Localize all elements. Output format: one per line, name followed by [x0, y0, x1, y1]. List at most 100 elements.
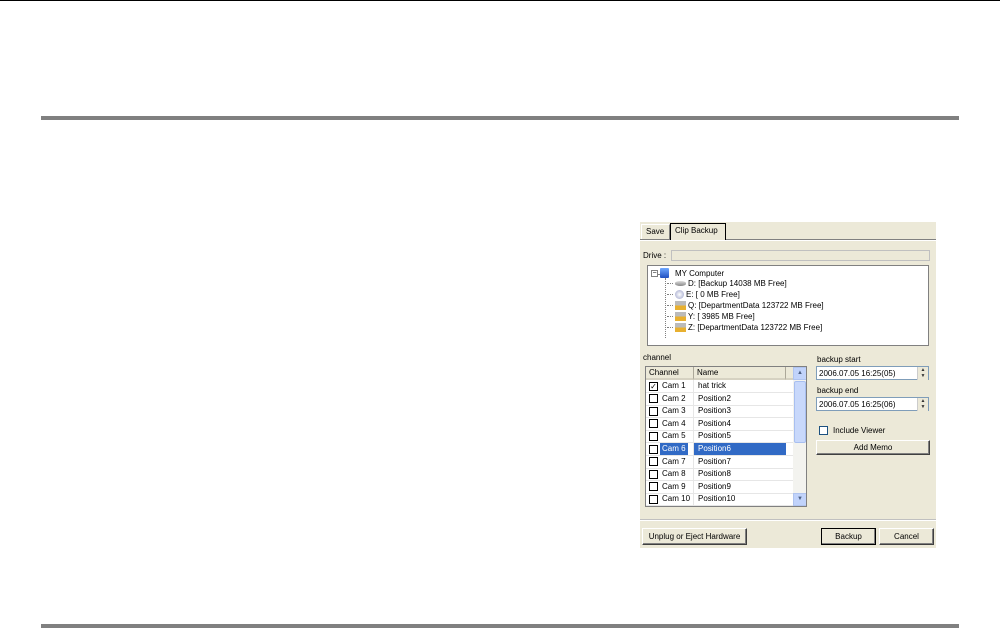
channel-name: Position10	[698, 494, 736, 504]
channel-id: Cam 7	[662, 456, 686, 466]
backup-start-label: backup start	[817, 355, 861, 364]
channel-cell: Cam 5	[646, 430, 694, 443]
tree-root[interactable]: MY Computer	[660, 268, 724, 278]
include-viewer-label: Include Viewer	[833, 426, 886, 435]
tree-line	[667, 283, 673, 284]
channel-row[interactable]: Cam 3 Position3	[646, 405, 793, 419]
channel-cell: Cam 3	[646, 405, 694, 418]
tree-line	[667, 294, 673, 295]
channel-label: channel	[643, 353, 672, 362]
channel-list[interactable]: Channel Name ✓ Cam 1 hat trick Cam 2 Positio…	[645, 366, 807, 507]
channel-row[interactable]: Cam 8 Position8	[646, 468, 793, 482]
channel-id: Cam 3	[662, 406, 686, 416]
tree-line	[665, 278, 666, 338]
channel-name: Position9	[698, 481, 731, 491]
channel-checkbox[interactable]	[649, 444, 658, 454]
channel-id: Cam 5	[662, 431, 686, 441]
include-viewer-checkbox[interactable]	[819, 426, 828, 435]
channel-cell: Cam 2	[646, 392, 694, 405]
channel-row[interactable]: Cam 10 Position10	[646, 493, 793, 506]
tree-item-label: D: [Backup 14038 MB Free]	[688, 279, 787, 288]
channel-name: Position7	[698, 456, 731, 466]
spin-updown-icon[interactable]: ▲ ▼	[917, 367, 928, 380]
tree-item-label: Q: [DepartmentData 123722 MB Free]	[688, 301, 824, 310]
tree-line	[667, 316, 673, 317]
channel-row[interactable]: ✓ Cam 1 hat trick	[646, 380, 793, 393]
top-border	[0, 0, 1000, 1]
computer-icon	[660, 268, 669, 278]
tree-item-label: E: [ 0 MB Free]	[686, 290, 740, 299]
tree-item-drive[interactable]: Z: [DepartmentData 123722 MB Free]	[667, 323, 822, 332]
channel-checkbox[interactable]	[649, 431, 658, 441]
channel-name: hat trick	[698, 381, 727, 390]
separator	[640, 519, 936, 521]
tree-item-drive[interactable]: D: [Backup 14038 MB Free]	[667, 279, 787, 288]
channel-id: Cam 2	[662, 393, 686, 403]
clip-backup-dialog: Save Clip Backup Drive : − MY Computer D…	[640, 222, 936, 548]
tree-item-drive[interactable]: Y: [ 3985 MB Free]	[667, 312, 755, 321]
channel-checkbox[interactable]	[649, 419, 658, 429]
channel-cell: Cam 6	[646, 443, 694, 455]
hard-drive-icon	[675, 281, 686, 286]
scroll-down-icon[interactable]: ▼	[793, 493, 806, 506]
divider-top	[41, 116, 959, 120]
unplug-eject-button[interactable]: Unplug or Eject Hardware	[642, 528, 747, 545]
channel-id: Cam 8	[662, 469, 686, 479]
channel-name: Position3	[698, 406, 731, 416]
channel-cell: Cam 9	[646, 480, 694, 493]
channel-checkbox[interactable]: ✓	[649, 381, 658, 391]
drive-tree[interactable]: − MY Computer D: [Backup 14038 MB Free] E…	[647, 265, 929, 346]
column-header-channel[interactable]: Channel	[646, 367, 694, 380]
channel-id: Cam 10	[662, 494, 691, 504]
channel-checkbox[interactable]	[649, 469, 658, 479]
channel-name: Position4	[698, 418, 731, 428]
vertical-scrollbar[interactable]: ▲ ▼	[793, 367, 806, 506]
channel-checkbox[interactable]	[649, 482, 658, 492]
divider-bottom	[41, 624, 959, 628]
backup-button[interactable]: Backup	[821, 528, 876, 545]
network-drive-icon	[675, 323, 686, 332]
drive-field[interactable]	[671, 250, 930, 261]
backup-end-field[interactable]: 2006.07.05 16:25(06) ▲ ▼	[816, 397, 929, 411]
channel-cell: Cam 8	[646, 468, 694, 481]
collapse-icon[interactable]: −	[651, 270, 658, 277]
channel-id: Cam 6	[660, 443, 688, 455]
channel-row[interactable]: Cam 7 Position7	[646, 455, 793, 469]
column-header-name[interactable]: Name	[694, 367, 786, 380]
backup-start-field[interactable]: 2006.07.05 16:25(05) ▲ ▼	[816, 366, 929, 380]
tree-line	[667, 305, 673, 306]
channel-checkbox[interactable]	[649, 494, 658, 504]
cancel-button[interactable]: Cancel	[879, 528, 934, 545]
add-memo-button[interactable]: Add Memo	[816, 440, 930, 455]
channel-name: Position6	[694, 443, 786, 455]
backup-end-label: backup end	[817, 386, 859, 395]
channel-id: Cam 1	[662, 381, 686, 390]
channel-row[interactable]: Cam 5 Position5	[646, 430, 793, 444]
network-drive-icon	[675, 301, 686, 310]
cd-drive-icon	[675, 290, 684, 299]
channel-checkbox[interactable]	[649, 394, 658, 404]
channel-checkbox[interactable]	[649, 406, 658, 416]
tree-item-label: Y: [ 3985 MB Free]	[688, 312, 755, 321]
tree-item-drive[interactable]: Q: [DepartmentData 123722 MB Free]	[667, 301, 824, 310]
scroll-up-icon[interactable]: ▲	[793, 367, 806, 380]
tree-item-label: Z: [DepartmentData 123722 MB Free]	[688, 323, 823, 332]
channel-cell: Cam 10	[646, 493, 694, 506]
scroll-thumb[interactable]	[794, 381, 806, 443]
channel-row[interactable]: Cam 2 Position2	[646, 392, 793, 406]
channel-cell: ✓ Cam 1	[646, 380, 694, 392]
channel-cell: Cam 7	[646, 455, 694, 468]
channel-row[interactable]: Cam 9 Position9	[646, 480, 793, 494]
tree-item-drive[interactable]: E: [ 0 MB Free]	[667, 290, 740, 299]
tab-clip-backup[interactable]: Clip Backup	[670, 223, 726, 240]
channel-name: Position5	[698, 431, 731, 441]
drive-label: Drive :	[643, 251, 667, 260]
channel-checkbox[interactable]	[649, 457, 658, 467]
channel-row[interactable]: Cam 6 Position6	[646, 443, 793, 456]
channel-name: Position2	[698, 393, 731, 403]
spin-updown-icon[interactable]: ▲ ▼	[917, 398, 928, 411]
channel-row[interactable]: Cam 4 Position4	[646, 417, 793, 431]
tab-save[interactable]: Save	[641, 224, 670, 239]
backup-start-value: 2006.07.05 16:25(05)	[819, 369, 896, 378]
channel-id: Cam 4	[662, 418, 686, 428]
